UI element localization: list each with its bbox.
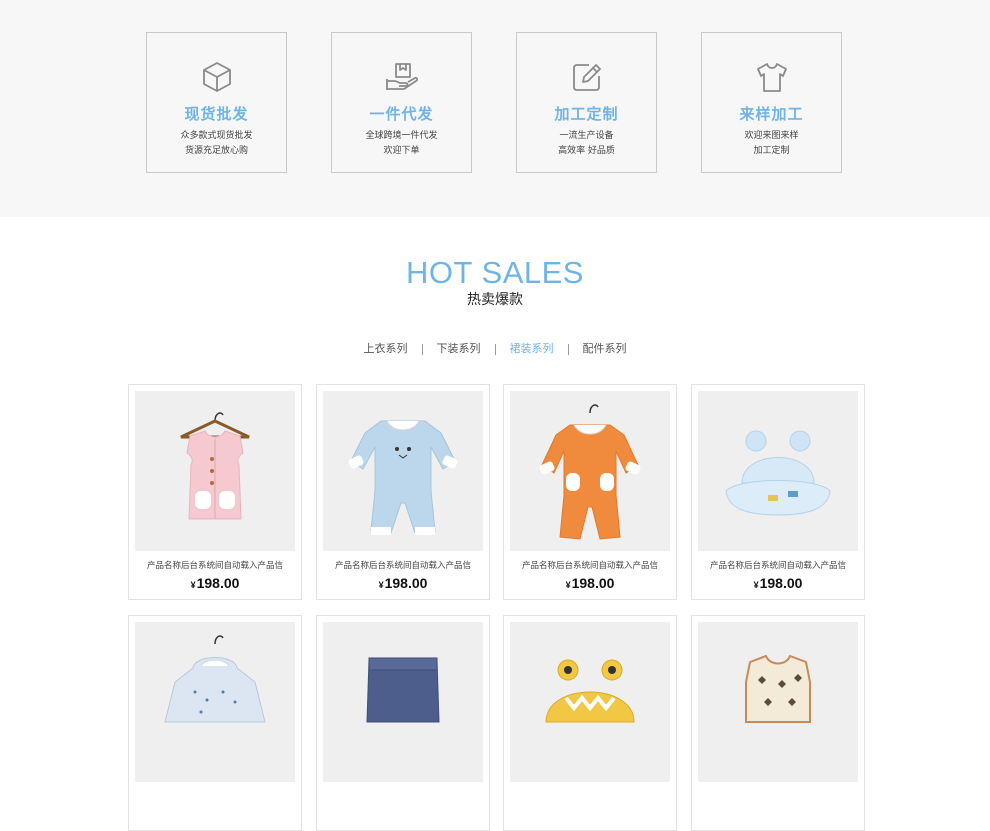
service-desc-line2: 高效率 好品质 [558, 146, 615, 156]
service-desc-line2: 货源充足放心购 [184, 146, 248, 156]
currency-symbol: ¥ [753, 580, 759, 590]
service-title: 现货批发 [184, 105, 249, 123]
currency-symbol: ¥ [190, 580, 196, 590]
service-title: 加工定制 [554, 105, 619, 123]
currency-symbol: ¥ [378, 580, 384, 590]
product-name[interactable]: 产品名称后台系统间自动载入产品信 [129, 559, 301, 571]
service-card-wholesale[interactable]: 现货批发 众多款式现货批发 货源充足放心购 [146, 32, 287, 173]
currency-symbol: ¥ [565, 580, 571, 590]
product-card[interactable]: 产品名称后台系统间自动载入产品信 ¥198.00 [691, 384, 865, 600]
product-image-blue-romper[interactable] [323, 391, 483, 551]
service-card-custom[interactable]: 加工定制 一流生产设备 高效率 好品质 [516, 32, 657, 173]
service-title: 一件代发 [369, 105, 434, 123]
service-desc-line1: 众多款式现货批发 [180, 131, 253, 141]
edit-icon [569, 59, 605, 95]
product-image-pink-vest[interactable] [135, 391, 295, 551]
tab-bottoms[interactable]: 下装系列 [423, 340, 495, 356]
service-desc-line1: 一流生产设备 [559, 131, 614, 141]
product-price: ¥198.00 [504, 575, 676, 591]
service-desc-line2: 加工定制 [753, 146, 790, 156]
service-desc-line1: 全球跨境一件代发 [365, 131, 438, 141]
service-title: 来样加工 [739, 105, 804, 123]
services-band: 现货批发 众多款式现货批发 货源充足放心购 一件代发 全球跨境一件代发 欢迎下单… [0, 0, 990, 217]
category-tabs: 上衣系列 下装系列 裙装系列 配件系列 [0, 340, 990, 356]
product-card[interactable]: 产品名称后台系统间自动载入产品信 ¥198.00 [128, 384, 302, 600]
product-card[interactable]: 产品名称后台系统间自动载入产品信 ¥198.00 [503, 384, 677, 600]
product-price: ¥198.00 [692, 575, 864, 591]
price-value: 198.00 [759, 575, 803, 591]
product-card[interactable] [316, 615, 490, 831]
service-desc-line2: 欢迎下单 [383, 146, 420, 156]
box-icon [199, 59, 235, 95]
product-card[interactable] [691, 615, 865, 831]
product-image-orange-romper[interactable] [510, 391, 670, 551]
price-value: 198.00 [384, 575, 428, 591]
service-desc-line1: 欢迎来图来样 [744, 131, 799, 141]
product-image-yellow-frog-hat[interactable] [510, 622, 670, 782]
service-card-sample[interactable]: 来样加工 欢迎来图来样 加工定制 [701, 32, 842, 173]
product-name[interactable]: 产品名称后台系统间自动载入产品信 [317, 559, 489, 571]
product-card[interactable] [128, 615, 302, 831]
product-image-blue-hat[interactable] [698, 391, 858, 551]
section-subtitle: 热卖爆款 [467, 292, 523, 308]
product-name[interactable]: 产品名称后台系统间自动载入产品信 [692, 559, 864, 571]
product-image-patterned-vest[interactable] [698, 622, 858, 782]
product-price: ¥198.00 [317, 575, 489, 591]
tab-tops[interactable]: 上衣系列 [350, 340, 422, 356]
tab-accessories[interactable]: 配件系列 [569, 340, 641, 356]
section-title: HOT SALES [406, 255, 584, 290]
product-card[interactable] [503, 615, 677, 831]
product-image-denim-pants[interactable] [323, 622, 483, 782]
price-value: 198.00 [196, 575, 240, 591]
product-image-dotted-hoodie[interactable] [135, 622, 295, 782]
product-card[interactable]: 产品名称后台系统间自动载入产品信 ¥198.00 [316, 384, 490, 600]
product-name[interactable]: 产品名称后台系统间自动载入产品信 [504, 559, 676, 571]
tshirt-icon [754, 59, 790, 95]
price-value: 198.00 [571, 575, 615, 591]
product-price: ¥198.00 [129, 575, 301, 591]
service-card-dropship[interactable]: 一件代发 全球跨境一件代发 欢迎下单 [331, 32, 472, 173]
tab-dresses[interactable]: 裙装系列 [496, 340, 568, 356]
hand-package-icon [384, 59, 420, 95]
